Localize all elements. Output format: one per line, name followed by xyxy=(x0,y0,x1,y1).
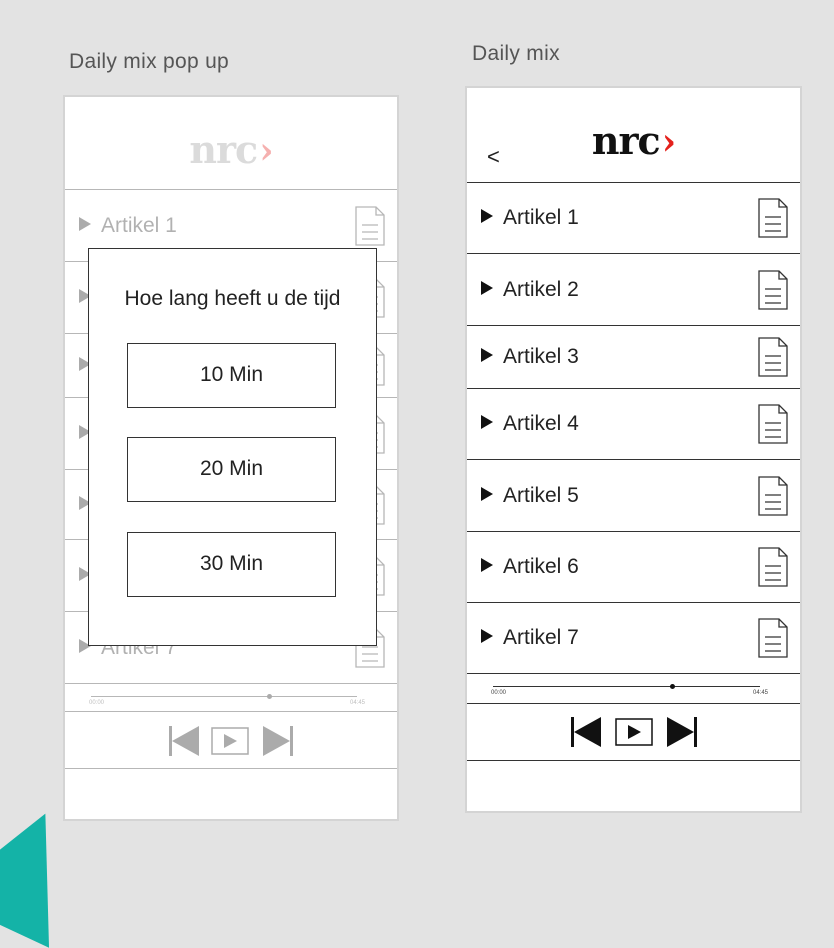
article-row[interactable]: Artikel 3 xyxy=(467,325,800,388)
time-start: 00:00 xyxy=(491,690,507,696)
option-20-min-button[interactable]: 20 Min xyxy=(127,437,336,502)
player-controls-icons xyxy=(571,717,697,747)
time-end: 04:45 xyxy=(752,690,768,696)
play-icon[interactable] xyxy=(615,718,653,746)
skip-back-icon xyxy=(169,726,199,756)
document-icon[interactable] xyxy=(758,618,788,658)
article-label: Artikel 1 xyxy=(481,206,579,230)
player-controls-icons xyxy=(169,726,293,756)
document-icon[interactable] xyxy=(758,269,788,310)
play-icon xyxy=(79,216,91,231)
phone-popup: nrc› Artikel 1 Artikel 2 Artikel 3 Artik… xyxy=(63,95,399,821)
article-label: Artikel 3 xyxy=(481,345,579,369)
play-icon xyxy=(481,486,493,501)
play-icon xyxy=(481,415,493,429)
progress-timeline[interactable]: 00:00 04:45 xyxy=(467,673,800,703)
progress-knob[interactable] xyxy=(669,684,675,689)
progress-knob xyxy=(267,694,273,699)
option-10-min-button[interactable]: 10 Min xyxy=(127,343,336,408)
document-icon[interactable] xyxy=(758,547,788,587)
skip-back-icon[interactable] xyxy=(571,717,601,747)
logo-chevron: › xyxy=(661,121,676,163)
player-controls-bg xyxy=(65,711,397,769)
article-label: Artikel 4 xyxy=(481,412,579,436)
progress-timeline-bg: 00:00 04:45 xyxy=(65,683,397,711)
nrc-logo: nrc› xyxy=(467,118,800,163)
phone-daily-mix: < nrc› Artikel 1 Artikel 2 Artikel 3 Art… xyxy=(465,86,802,813)
article-label: Artikel 6 xyxy=(481,555,579,579)
board-label-list: Daily mix xyxy=(472,42,560,65)
logo-text: nrc xyxy=(189,127,258,172)
article-label: Artikel 7 xyxy=(481,626,579,650)
play-icon xyxy=(211,727,249,755)
document-icon[interactable] xyxy=(758,404,788,444)
logo-text: nrc xyxy=(591,118,661,163)
duration-popup: Hoe lang heeft u de tijd 10 Min 20 Min 3… xyxy=(88,248,377,646)
skip-forward-icon[interactable] xyxy=(667,717,697,747)
document-icon xyxy=(355,205,385,246)
play-icon xyxy=(481,280,493,295)
progress-track[interactable] xyxy=(493,686,760,687)
time-end: 04:45 xyxy=(349,700,365,706)
article-label: Artikel 5 xyxy=(481,484,579,508)
play-icon xyxy=(481,348,493,362)
document-icon[interactable] xyxy=(758,475,788,516)
player-controls xyxy=(467,703,800,761)
article-row[interactable]: Artikel 1 xyxy=(467,182,800,253)
article-row[interactable]: Artikel 4 xyxy=(467,388,800,459)
document-icon[interactable] xyxy=(758,198,788,238)
time-start: 00:00 xyxy=(89,700,105,706)
logo-chevron: › xyxy=(259,130,273,172)
option-30-min-button[interactable]: 30 Min xyxy=(127,532,336,597)
progress-track xyxy=(91,696,357,697)
document-icon[interactable] xyxy=(758,337,788,377)
play-icon xyxy=(481,629,493,643)
play-icon xyxy=(481,209,493,223)
popup-question: Hoe lang heeft u de tijd xyxy=(124,287,341,310)
article-row[interactable]: Artikel 2 xyxy=(467,253,800,325)
article-row[interactable]: Artikel 6 xyxy=(467,531,800,602)
skip-forward-icon xyxy=(263,726,293,756)
article-row[interactable]: Artikel 7 xyxy=(467,602,800,673)
play-icon xyxy=(481,558,493,572)
article-label: Artikel 1 xyxy=(79,214,177,238)
article-row[interactable]: Artikel 5 xyxy=(467,459,800,531)
nrc-logo: nrc› xyxy=(65,127,397,172)
article-label: Artikel 2 xyxy=(481,278,579,302)
board-label-popup: Daily mix pop up xyxy=(69,50,230,73)
